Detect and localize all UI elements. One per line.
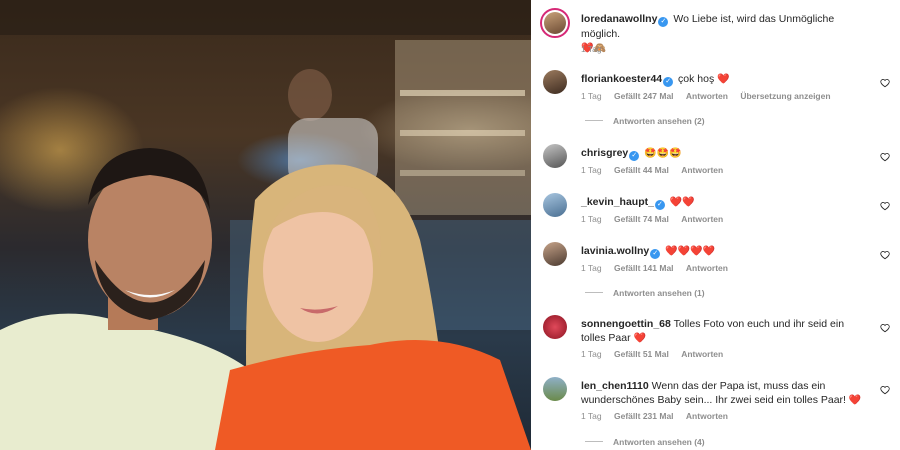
- comment-username[interactable]: sonnengoettin_68: [581, 318, 671, 330]
- comment-meta: 1 Tag Gefällt 141 Mal Antworten: [581, 263, 738, 273]
- view-replies-label: Antworten ansehen (4): [613, 437, 705, 447]
- view-replies-button[interactable]: Antworten ansehen (1): [585, 288, 705, 298]
- comment-username[interactable]: _kevin_haupt_: [581, 196, 654, 208]
- comment-text-block: sonnengoettin_68 Tolles Foto von euch un…: [581, 317, 871, 346]
- commenter-avatar[interactable]: [543, 144, 567, 168]
- heart-outline-icon[interactable]: [880, 152, 890, 162]
- replies-divider: [585, 120, 603, 121]
- heart-outline-icon[interactable]: [880, 250, 890, 260]
- comment-likes[interactable]: Gefällt 74 Mal: [614, 214, 669, 224]
- comment-meta: 1 Tag Gefällt 231 Mal Antworten: [581, 411, 738, 421]
- view-replies-button[interactable]: Antworten ansehen (4): [585, 437, 705, 447]
- comment-likes[interactable]: Gefällt 51 Mal: [614, 349, 669, 359]
- caption-time[interactable]: 1 Tag: [581, 44, 602, 54]
- comment-emoji: 🤩🤩🤩: [644, 148, 682, 159]
- verified-badge-icon: ✓: [650, 249, 661, 259]
- caption-text-block: loredanawollny ✓ Wo Liebe ist, wird das U…: [581, 12, 871, 56]
- comment-meta: 1 Tag Gefällt 44 Mal Antworten: [581, 165, 733, 175]
- comment-time[interactable]: 1 Tag: [581, 214, 602, 224]
- comment-username[interactable]: lavinia.wollny: [581, 245, 649, 257]
- view-replies-button[interactable]: Antworten ansehen (2): [585, 116, 705, 126]
- caption-meta: 1 Tag: [581, 44, 612, 54]
- comment-meta: 1 Tag Gefällt 51 Mal Antworten: [581, 349, 733, 359]
- heart-outline-icon[interactable]: [880, 201, 890, 211]
- comment-time[interactable]: 1 Tag: [581, 349, 602, 359]
- commenter-avatar[interactable]: [543, 315, 567, 339]
- reply-button[interactable]: Antworten: [681, 349, 723, 359]
- comment-likes[interactable]: Gefällt 141 Mal: [614, 263, 674, 273]
- reply-button[interactable]: Antworten: [686, 91, 728, 101]
- comment-emoji: ❤️: [848, 395, 862, 406]
- caption-username[interactable]: loredanawollny: [581, 13, 657, 25]
- heart-outline-icon[interactable]: [880, 78, 890, 88]
- heart-outline-icon[interactable]: [880, 385, 890, 395]
- reply-button[interactable]: Antworten: [681, 165, 723, 175]
- commenter-avatar[interactable]: [543, 242, 567, 266]
- view-replies-label: Antworten ansehen (2): [613, 116, 705, 126]
- comment-emoji: ❤️: [633, 333, 646, 344]
- author-avatar[interactable]: [540, 8, 570, 38]
- replies-divider: [585, 292, 603, 293]
- verified-badge-icon: ✓: [654, 200, 665, 210]
- commenter-avatar[interactable]: [543, 377, 567, 401]
- comment-emoji: ❤️: [717, 74, 730, 85]
- comment-username[interactable]: floriankoester44: [581, 73, 662, 85]
- commenter-avatar[interactable]: [543, 193, 567, 217]
- translate-button[interactable]: Übersetzung anzeigen: [740, 91, 830, 101]
- comment-time[interactable]: 1 Tag: [581, 411, 602, 421]
- reply-button[interactable]: Antworten: [686, 411, 728, 421]
- view-replies-label: Antworten ansehen (1): [613, 288, 705, 298]
- photo-illustration: [0, 0, 531, 450]
- comments-panel[interactable]: loredanawollny ✓ Wo Liebe ist, wird das U…: [531, 0, 900, 450]
- comment-text-block: lavinia.wollny ✓ ❤️❤️❤️❤️: [581, 244, 871, 259]
- commenter-avatar[interactable]: [543, 70, 567, 94]
- comment-text-block: len_chen1110 Wenn das der Papa ist, muss…: [581, 379, 871, 408]
- comment-text: çok hoş: [678, 73, 715, 85]
- comment-meta: 1 Tag Gefällt 74 Mal Antworten: [581, 214, 733, 224]
- comment-meta: 1 Tag Gefällt 247 Mal Antworten Übersetz…: [581, 91, 841, 101]
- heart-outline-icon[interactable]: [880, 323, 890, 333]
- comment-emoji: ❤️❤️❤️❤️: [665, 246, 716, 257]
- comment-time[interactable]: 1 Tag: [581, 91, 602, 101]
- comment-likes[interactable]: Gefällt 44 Mal: [614, 165, 669, 175]
- verified-badge-icon: ✓: [629, 151, 640, 161]
- reply-button[interactable]: Antworten: [686, 263, 728, 273]
- comment-username[interactable]: len_chen1110: [581, 380, 649, 392]
- comment-time[interactable]: 1 Tag: [581, 165, 602, 175]
- comment-username[interactable]: chrisgrey: [581, 147, 628, 159]
- comment-time[interactable]: 1 Tag: [581, 263, 602, 273]
- comment-emoji: ❤️❤️: [669, 197, 695, 208]
- comment-likes[interactable]: Gefällt 247 Mal: [614, 91, 674, 101]
- verified-badge-icon: ✓: [663, 77, 674, 87]
- comment-text-block: floriankoester44 ✓ çok hoş ❤️: [581, 72, 871, 87]
- post-photo[interactable]: [0, 0, 531, 450]
- comment-text-block: chrisgrey ✓ 🤩🤩🤩: [581, 146, 871, 161]
- replies-divider: [585, 441, 603, 442]
- comment-likes[interactable]: Gefällt 231 Mal: [614, 411, 674, 421]
- reply-button[interactable]: Antworten: [681, 214, 723, 224]
- comment-text-block: _kevin_haupt_ ✓ ❤️❤️: [581, 195, 871, 210]
- verified-badge-icon: ✓: [658, 17, 669, 27]
